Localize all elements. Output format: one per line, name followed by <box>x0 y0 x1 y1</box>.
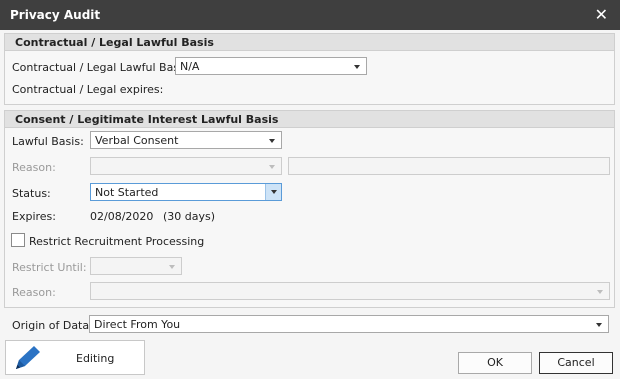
contractual-basis-label: Contractual / Legal Lawful Basis: <box>12 61 192 74</box>
consent-reason-text-field[interactable] <box>288 157 610 175</box>
consent-reason-label: Reason: <box>12 161 56 174</box>
consent-group: Consent / Legitimate Interest Lawful Bas… <box>4 110 615 308</box>
window-title: Privacy Audit <box>10 8 101 22</box>
status-value: Not Started <box>95 186 159 199</box>
lawful-basis-dropdown[interactable]: Verbal Consent <box>90 131 282 149</box>
restrict-reason-label: Reason: <box>12 286 56 299</box>
contractual-basis-dropdown[interactable]: N/A <box>175 57 367 75</box>
editing-button[interactable]: Editing <box>5 340 145 375</box>
chevron-down-icon <box>354 65 360 69</box>
restrict-until-picker[interactable] <box>90 257 182 275</box>
contractual-group-header: Contractual / Legal Lawful Basis <box>5 34 614 51</box>
restrict-until-label: Restrict Until: <box>12 261 87 274</box>
restrict-reason-dropdown[interactable] <box>90 282 610 300</box>
contractual-expires-label: Contractual / Legal expires: <box>12 83 164 96</box>
consent-reason-dropdown[interactable] <box>90 157 282 175</box>
expires-date: 02/08/2020 <box>90 210 154 223</box>
restrict-recruitment-label: Restrict Recruitment Processing <box>29 235 205 248</box>
ok-button[interactable]: OK <box>458 352 532 374</box>
status-dropdown-button[interactable] <box>265 184 281 200</box>
contractual-group: Contractual / Legal Lawful Basis Contrac… <box>4 33 615 105</box>
chevron-down-icon <box>596 323 602 327</box>
status-label: Status: <box>12 187 51 200</box>
consent-group-header: Consent / Legitimate Interest Lawful Bas… <box>5 111 614 128</box>
contractual-basis-value: N/A <box>180 60 200 73</box>
chevron-down-icon <box>169 265 175 269</box>
lawful-basis-value: Verbal Consent <box>95 134 179 147</box>
close-icon[interactable]: ✕ <box>595 5 608 24</box>
expires-days: (30 days) <box>163 210 216 223</box>
privacy-audit-dialog: Privacy Audit ✕ Contractual / Legal Lawf… <box>0 0 620 379</box>
editing-label: Editing <box>76 352 115 365</box>
contractual-group-title: Contractual / Legal Lawful Basis <box>15 36 214 49</box>
lawful-basis-label: Lawful Basis: <box>12 135 84 148</box>
cancel-button[interactable]: Cancel <box>539 352 613 374</box>
title-bar: Privacy Audit ✕ <box>0 0 620 30</box>
chevron-down-icon <box>269 165 275 169</box>
status-dropdown[interactable]: Not Started <box>90 183 282 201</box>
expires-label: Expires: <box>12 210 56 223</box>
chevron-down-icon <box>597 290 603 294</box>
consent-group-title: Consent / Legitimate Interest Lawful Bas… <box>15 113 279 126</box>
pencil-icon <box>12 343 44 376</box>
restrict-recruitment-checkbox[interactable] <box>11 233 25 247</box>
origin-of-data-label: Origin of Data: <box>12 319 93 332</box>
origin-of-data-dropdown[interactable]: Direct From You <box>89 315 609 333</box>
chevron-down-icon <box>271 190 277 194</box>
origin-of-data-value: Direct From You <box>94 318 181 331</box>
chevron-down-icon <box>269 139 275 143</box>
